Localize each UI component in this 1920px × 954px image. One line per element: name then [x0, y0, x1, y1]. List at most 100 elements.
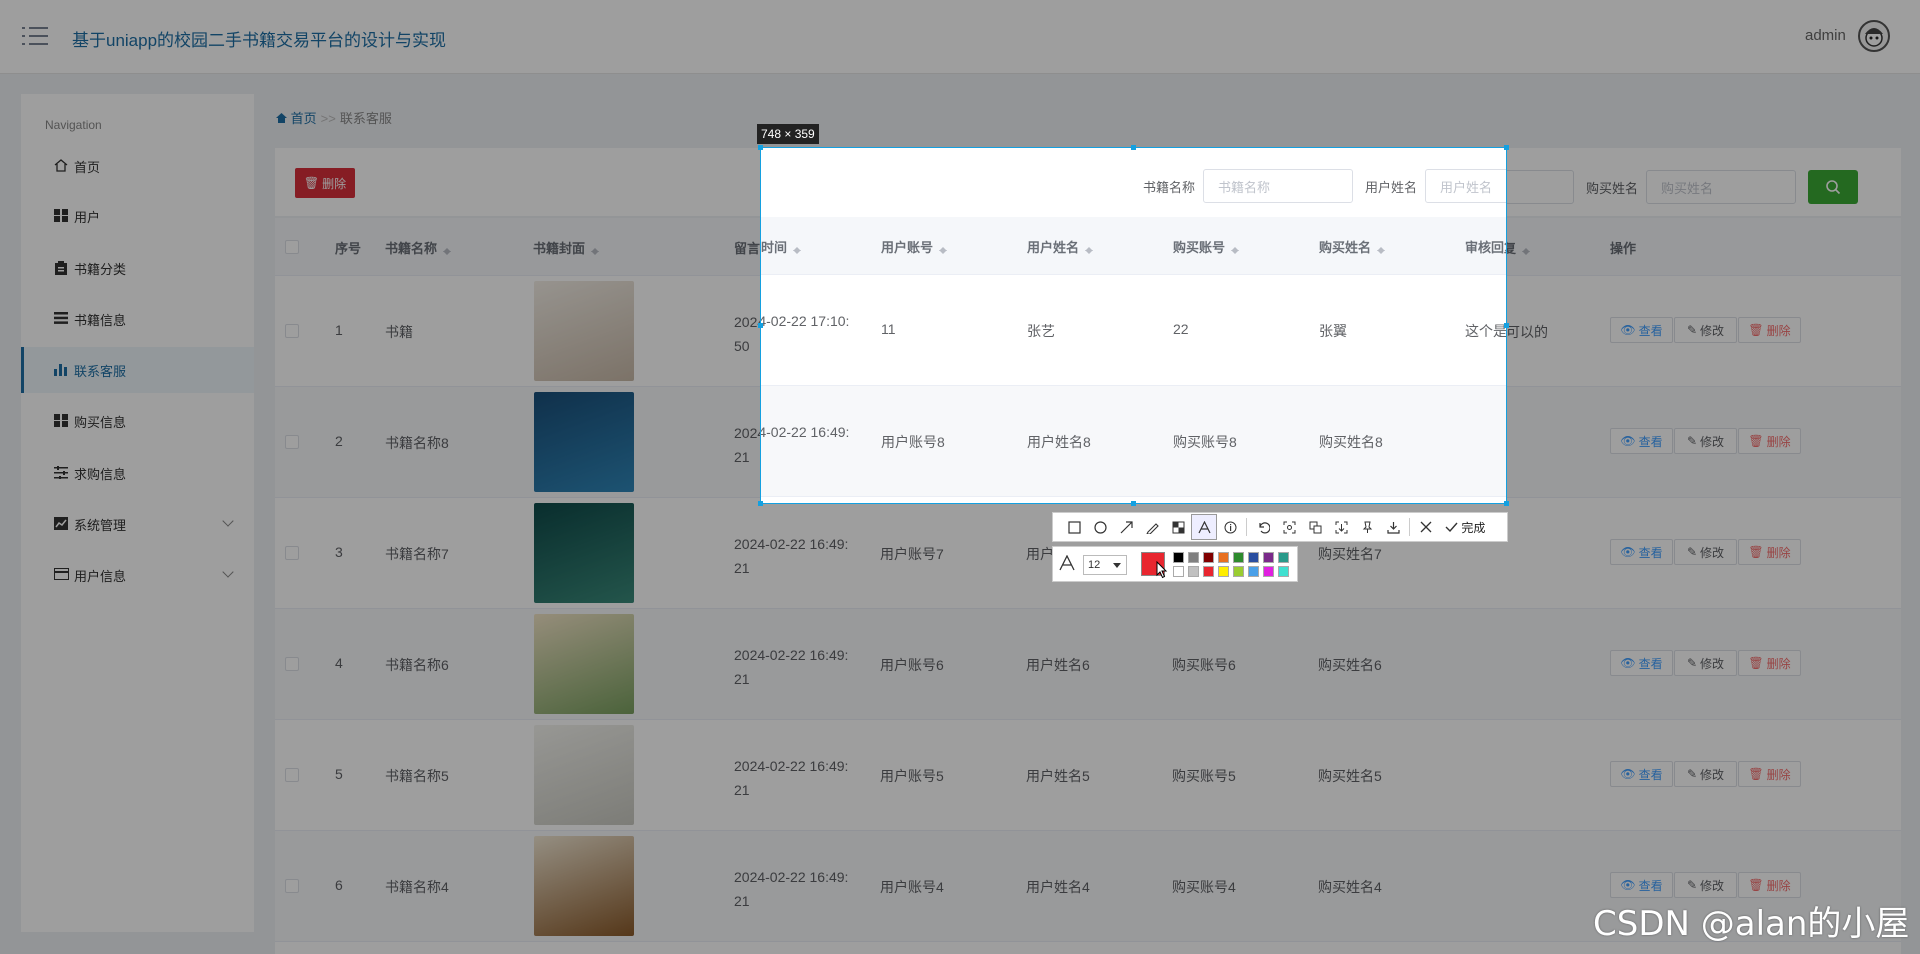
edit-icon: ✎ [1686, 545, 1698, 559]
cell-user-name: 用户姓名5 [1026, 768, 1090, 784]
sidebar-item-book-category[interactable]: 书籍分类 [21, 245, 254, 291]
color-swatch[interactable] [1278, 566, 1289, 577]
capture-handle[interactable] [758, 501, 763, 506]
done-button[interactable]: 完成 [1445, 519, 1485, 536]
long-screenshot-icon[interactable] [1328, 514, 1354, 540]
color-swatch[interactable] [1173, 566, 1184, 577]
color-swatch[interactable] [1218, 566, 1229, 577]
color-swatch[interactable] [1188, 552, 1199, 563]
row-checkbox[interactable] [285, 324, 299, 338]
edit-button[interactable]: ✎ 修改 [1674, 428, 1737, 454]
arrow-tool-icon[interactable] [1113, 514, 1139, 540]
breadcrumb: 首页 >> 联系客服 [276, 108, 392, 127]
row-checkbox[interactable] [285, 657, 299, 671]
color-swatch[interactable] [1263, 566, 1274, 577]
cell-no: 6 [335, 877, 343, 893]
sidebar-item-request-info[interactable]: 求购信息 [21, 450, 254, 496]
ellipse-tool-icon[interactable] [1087, 514, 1113, 540]
cell-user-account: 用户账号6 [880, 657, 944, 673]
color-swatch[interactable] [1233, 566, 1244, 577]
sidebar-item-home[interactable]: 首页 [21, 143, 254, 189]
row-checkbox[interactable] [285, 435, 299, 449]
menu-toggle-icon[interactable] [22, 25, 50, 47]
view-button[interactable]: 👁 查看 [1610, 761, 1673, 787]
edit-button[interactable]: ✎ 修改 [1674, 650, 1737, 676]
edit-button[interactable]: ✎ 修改 [1674, 761, 1737, 787]
sidebar-item-user-info[interactable]: 用户信息 [21, 552, 254, 598]
capture-handle[interactable] [1504, 323, 1509, 328]
delete-button[interactable]: 🗑 删除 [1738, 761, 1801, 787]
capture-handle[interactable] [1131, 145, 1136, 150]
color-swatch[interactable] [1248, 566, 1259, 577]
search-input-buyer-name[interactable]: 购买姓名 [1646, 170, 1797, 204]
capture-handle[interactable] [1131, 501, 1136, 506]
view-button[interactable]: 👁 查看 [1610, 539, 1673, 565]
sidebar-item-contact-service[interactable]: 联系客服 [21, 347, 254, 393]
view-button[interactable]: 👁 查看 [1610, 872, 1673, 898]
color-swatch[interactable] [1248, 552, 1259, 563]
color-swatch[interactable] [1218, 552, 1229, 563]
delete-button[interactable]: 🗑 删除 [1738, 539, 1801, 565]
color-swatch[interactable] [1203, 552, 1214, 563]
row-checkbox[interactable] [285, 879, 299, 893]
color-swatch[interactable] [1233, 552, 1244, 563]
col-header-cover[interactable]: 书籍封面 [533, 238, 600, 257]
color-swatch[interactable] [1188, 566, 1199, 577]
delete-button[interactable]: 🗑 删除 [1738, 872, 1801, 898]
text-tool-icon[interactable] [1191, 514, 1217, 540]
color-swatch[interactable] [1278, 552, 1289, 563]
trash-icon: 🗑 [1748, 545, 1764, 559]
capture-region[interactable]: 书籍名称书籍名称用户姓名用户姓名留言时间用户账号用户姓名购买账号购买姓名审核回复… [760, 147, 1507, 504]
search-button[interactable] [1808, 170, 1859, 204]
pin-icon[interactable] [1354, 514, 1380, 540]
capture-handle[interactable] [1504, 501, 1509, 506]
color-swatch[interactable] [1263, 552, 1274, 563]
edit-button[interactable]: ✎ 修改 [1674, 317, 1737, 343]
book-cover-image [534, 614, 634, 714]
row-checkbox[interactable] [285, 768, 299, 782]
view-button[interactable]: 👁 查看 [1610, 428, 1673, 454]
cell-time: 2024-02-22 16:49:21 [734, 647, 849, 687]
cell-buyer-account: 购买账号5 [1172, 768, 1236, 784]
serial-number-tool-icon[interactable] [1217, 514, 1243, 540]
delete-button[interactable]: 🗑 删除 [1738, 650, 1801, 676]
user-name[interactable]: admin [1805, 27, 1846, 44]
sidebar-item-system-management[interactable]: 系统管理 [21, 501, 254, 547]
translate-icon[interactable] [1302, 514, 1328, 540]
cell-user-name: 用户姓名4 [1026, 879, 1090, 895]
color-swatch[interactable] [1173, 552, 1184, 563]
table-row: 2书籍名称82024-02-22 16:49:21用户账号8用户姓名8购买账号8… [761, 386, 1506, 497]
cell-buyer-account: 购买账号6 [1172, 657, 1236, 673]
download-icon[interactable] [1380, 514, 1406, 540]
edit-button[interactable]: ✎ 修改 [1674, 872, 1737, 898]
avatar[interactable] [1858, 20, 1890, 52]
capture-handle[interactable] [758, 323, 763, 328]
capture-handle[interactable] [1504, 145, 1509, 150]
delete-button[interactable]: 🗑 删除 [1738, 317, 1801, 343]
col-header-book-name[interactable]: 书籍名称 [385, 238, 452, 257]
color-swatch[interactable] [1203, 566, 1214, 577]
eye-icon: 👁 [1620, 323, 1636, 337]
font-size-select[interactable]: 12 [1083, 555, 1127, 575]
search-input-user-name[interactable]: 用户姓名 [1425, 169, 1506, 203]
select-all-checkbox[interactable] [285, 240, 299, 254]
mosaic-tool-icon[interactable] [1165, 514, 1191, 540]
undo-icon[interactable] [1250, 514, 1276, 540]
sidebar-item-users[interactable]: 用户 [21, 193, 254, 239]
edit-button[interactable]: ✎ 修改 [1674, 539, 1737, 565]
batch-delete-button[interactable]: 🗑 删除 [295, 168, 355, 198]
cell-buyer-name: 张翼 [1319, 323, 1347, 339]
view-button[interactable]: 👁 查看 [1610, 317, 1673, 343]
sidebar-item-purchase-info[interactable]: 购买信息 [21, 398, 254, 444]
capture-handle[interactable] [758, 145, 763, 150]
breadcrumb-home[interactable]: 首页 [276, 111, 317, 126]
row-checkbox[interactable] [285, 546, 299, 560]
delete-button[interactable]: 🗑 删除 [1738, 428, 1801, 454]
search-input-book-name[interactable]: 书籍名称 [1203, 169, 1354, 203]
pen-tool-icon[interactable] [1139, 514, 1165, 540]
view-button[interactable]: 👁 查看 [1610, 650, 1673, 676]
ocr-icon[interactable] [1276, 514, 1302, 540]
rectangle-tool-icon[interactable] [1061, 514, 1087, 540]
close-icon[interactable] [1413, 514, 1439, 540]
sidebar-item-book-info[interactable]: 书籍信息 [21, 296, 254, 342]
